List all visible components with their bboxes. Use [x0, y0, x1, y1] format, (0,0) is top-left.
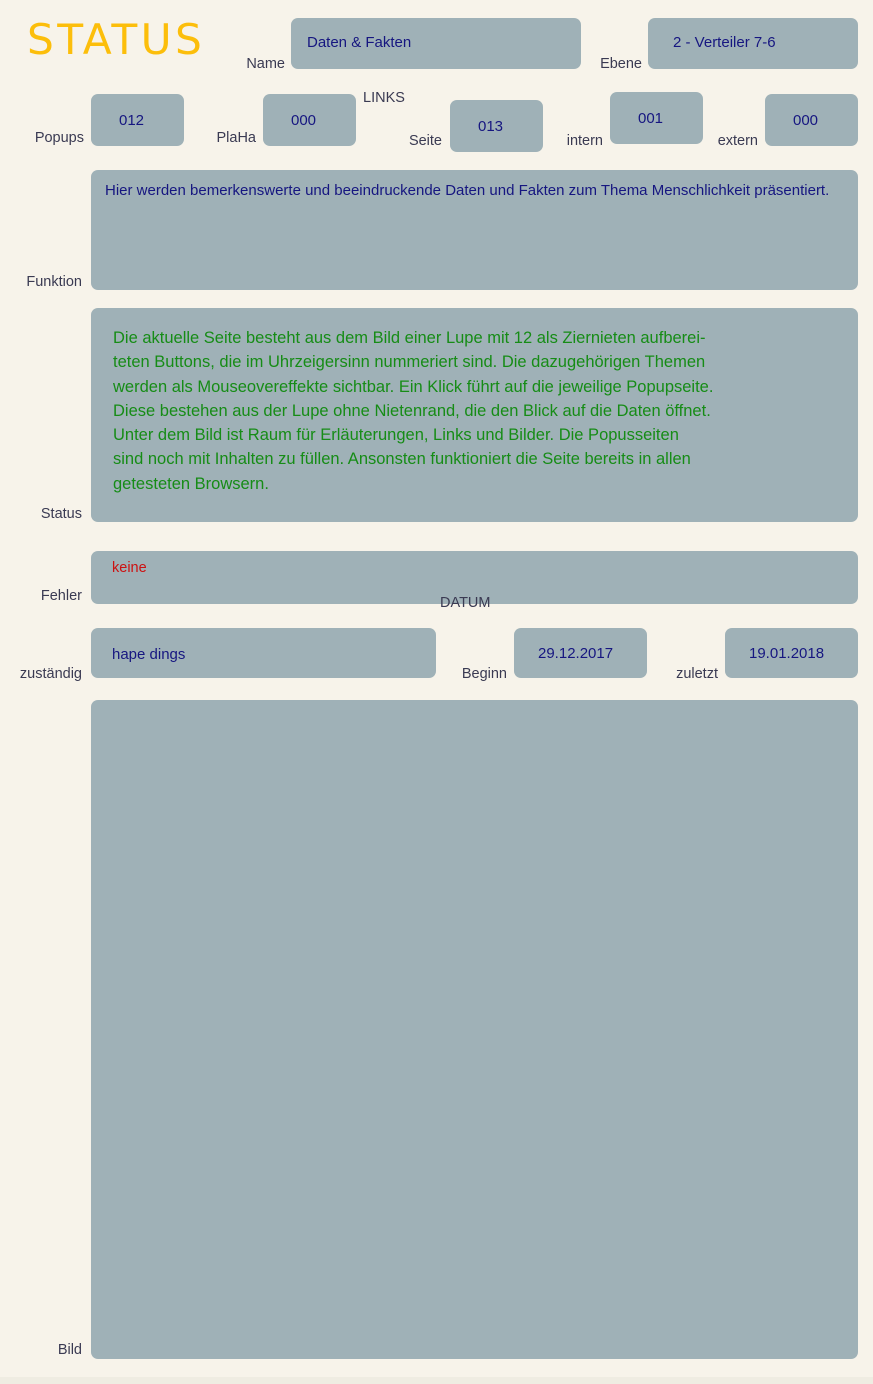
- intern-label: intern: [566, 133, 603, 149]
- extern-field[interactable]: 000: [765, 94, 858, 146]
- ebene-field[interactable]: 2 - Verteiler 7-6: [648, 18, 858, 69]
- plaha-value: 000: [291, 112, 317, 129]
- zustaendig-field[interactable]: hape dings: [91, 628, 436, 678]
- status-page: STATUS Daten & Fakten Name 2 - Verteiler…: [0, 0, 873, 1384]
- seite-label: Seite: [408, 133, 442, 149]
- name-value: Daten & Fakten: [307, 34, 412, 51]
- zuletzt-label: zuletzt: [676, 666, 718, 682]
- beginn-label: Beginn: [461, 666, 507, 682]
- ebene-label: Ebene: [600, 56, 642, 72]
- funktion-value: Hier werden bemerkenswerte und beeindruc…: [105, 182, 830, 199]
- funktion-label: Funktion: [26, 274, 82, 290]
- status-label: Status: [40, 506, 82, 522]
- plaha-label: PlaHa: [216, 130, 257, 146]
- page-title: STATUS: [27, 15, 206, 64]
- seite-value: 013: [478, 118, 504, 135]
- fehler-label: Fehler: [40, 588, 82, 604]
- status-field[interactable]: Die aktuelle Seite besteht aus dem Bild …: [91, 308, 858, 522]
- links-group-label: LINKS: [363, 90, 405, 106]
- funktion-field[interactable]: Hier werden bemerkenswerte und beeindruc…: [91, 170, 858, 290]
- fehler-value: keine: [112, 560, 147, 576]
- name-label: Name: [246, 56, 285, 72]
- zuletzt-value: 19.01.2018: [749, 645, 825, 662]
- bild-label: Bild: [57, 1342, 82, 1358]
- datum-group-label: DATUM: [440, 595, 491, 611]
- beginn-value: 29.12.2017: [538, 645, 614, 662]
- name-field[interactable]: Daten & Fakten: [291, 18, 581, 69]
- status-value: Die aktuelle Seite besteht aus dem Bild …: [113, 329, 714, 493]
- extern-label: extern: [717, 133, 758, 149]
- bottom-strip: [0, 1377, 873, 1384]
- intern-value: 001: [638, 110, 664, 127]
- extern-value: 000: [793, 112, 819, 129]
- popups-label: Popups: [34, 130, 84, 146]
- popups-value: 012: [119, 112, 145, 129]
- zustaendig-value: hape dings: [112, 646, 186, 663]
- bild-field[interactable]: [91, 700, 858, 1359]
- zustaendig-label: zuständig: [19, 666, 82, 682]
- zuletzt-field[interactable]: 19.01.2018: [725, 628, 858, 678]
- ebene-value: 2 - Verteiler 7-6: [673, 34, 776, 51]
